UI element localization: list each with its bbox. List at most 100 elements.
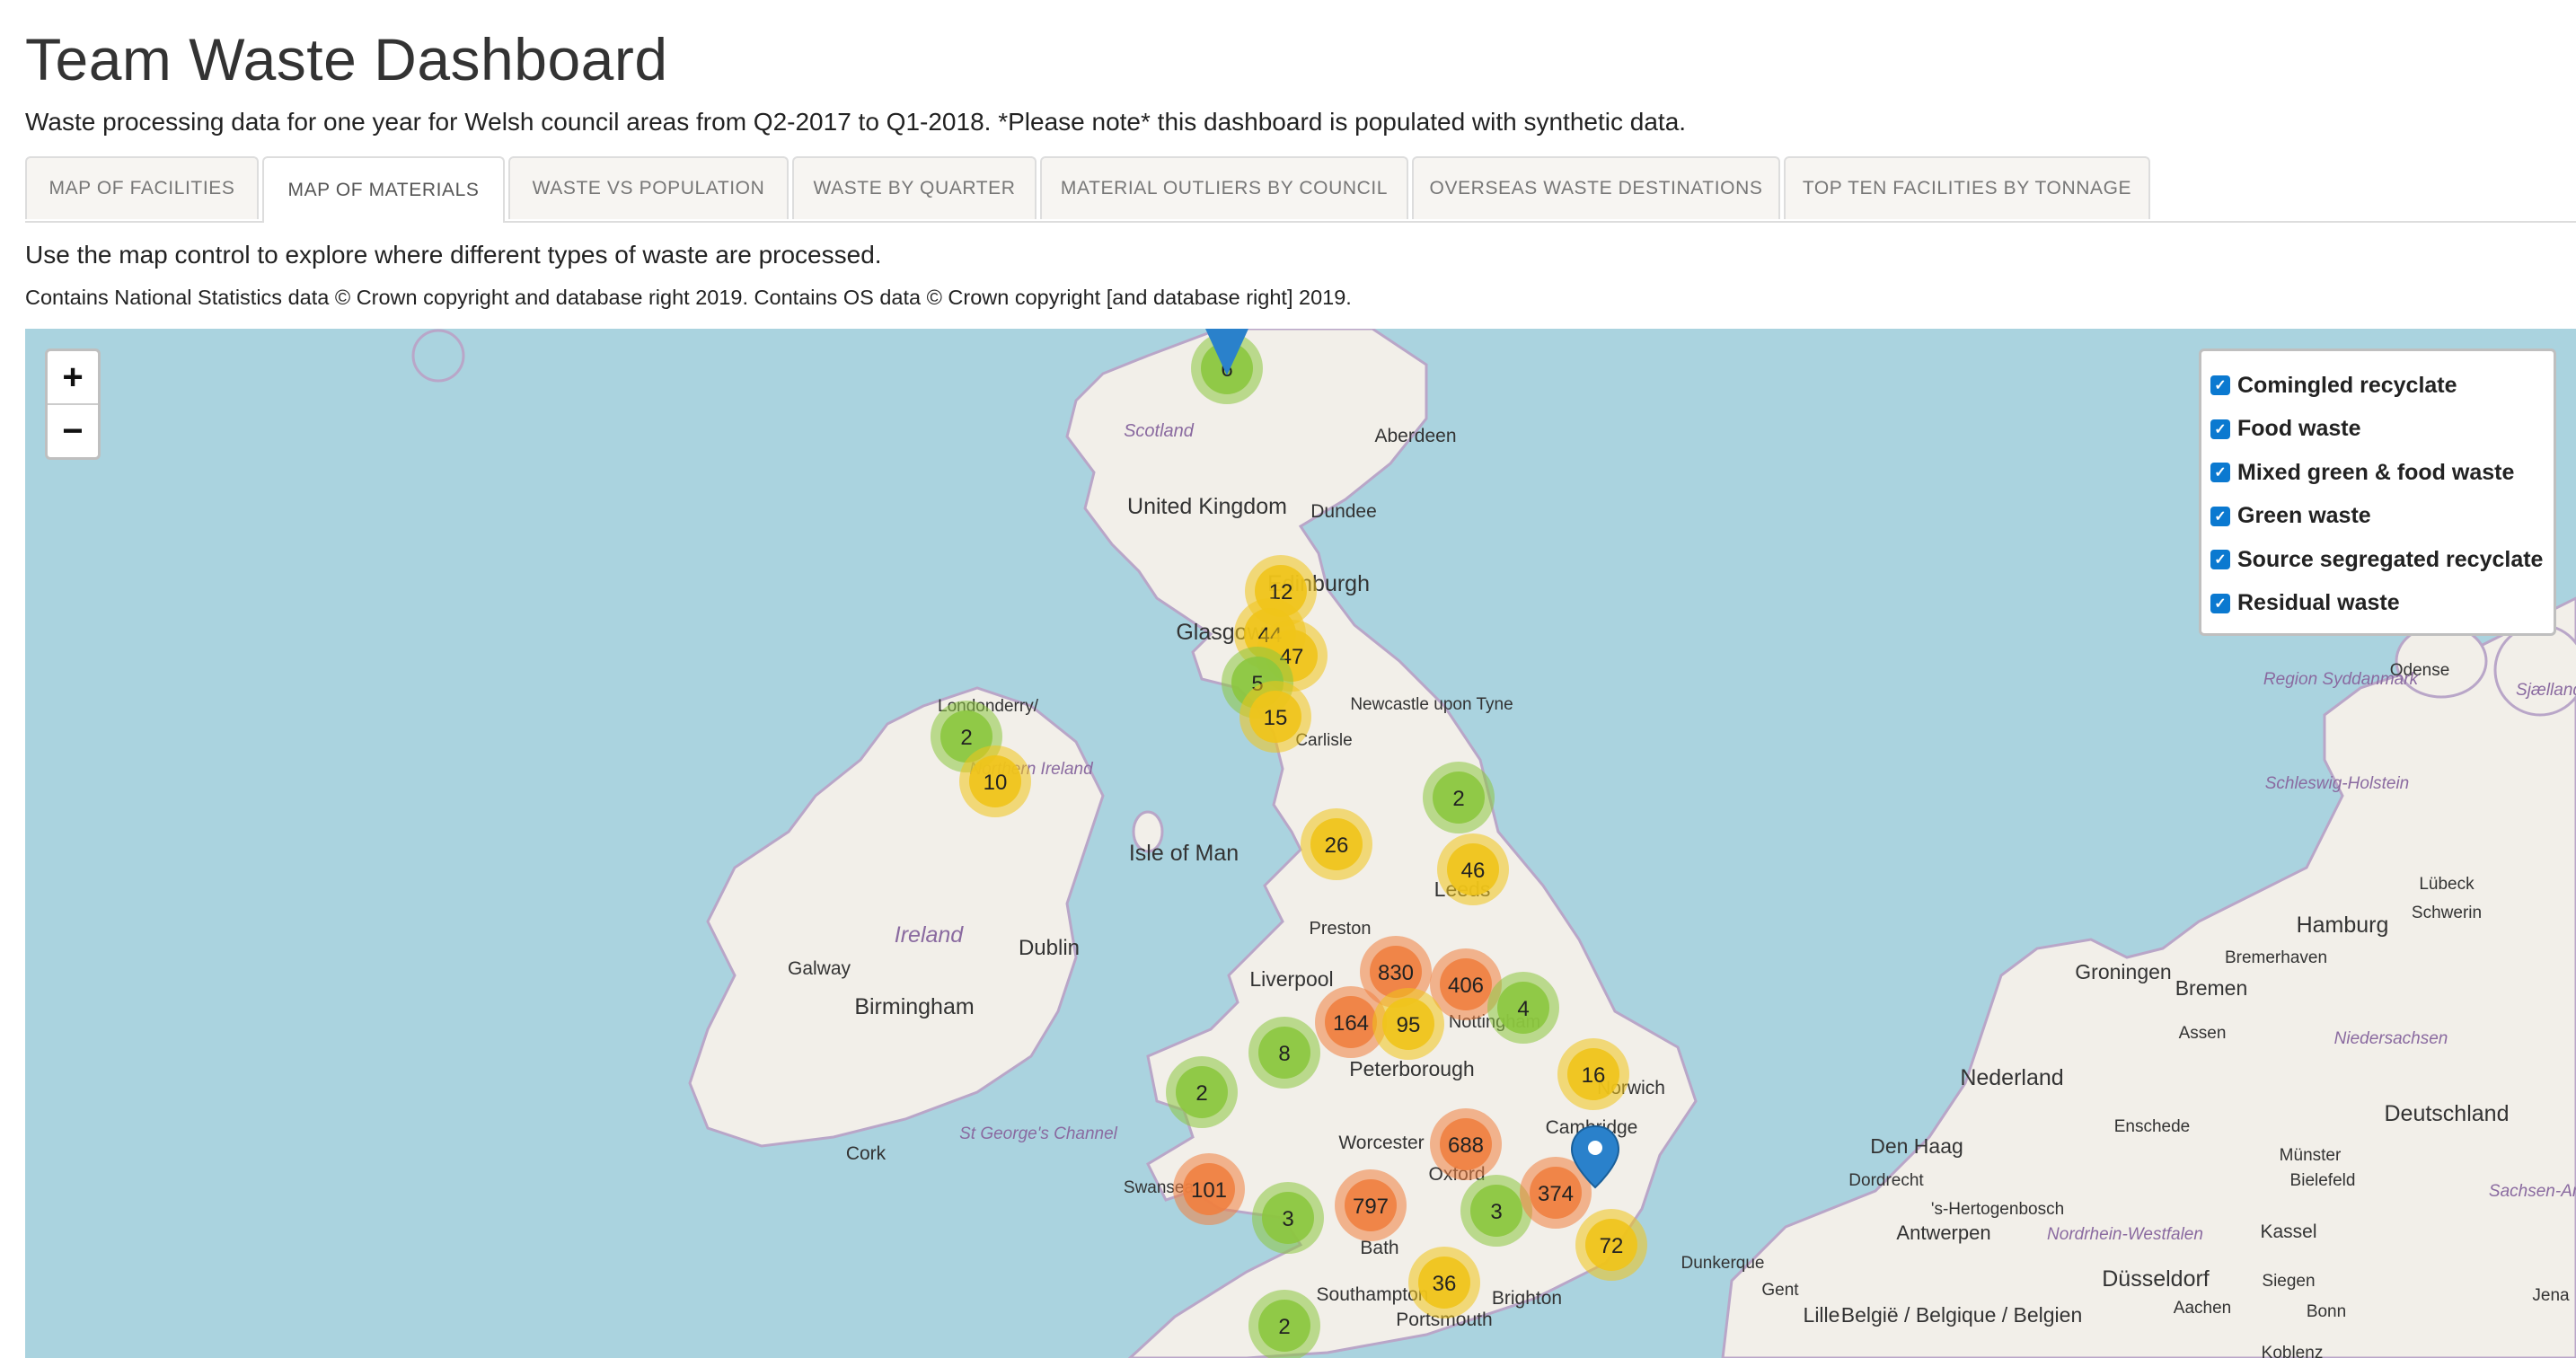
- cluster-count: 10: [984, 771, 1008, 795]
- cluster-count: 797: [1353, 1195, 1389, 1219]
- cluster-count: 164: [1333, 1011, 1369, 1036]
- zoom-out-button[interactable]: −: [48, 403, 98, 457]
- place-label: Sjælland: [2516, 681, 2576, 700]
- checkbox-icon[interactable]: ✓: [2210, 593, 2230, 613]
- cluster-marker[interactable]: 16: [1557, 1038, 1629, 1110]
- tab-bar: MAP OF FACILITIES MAP OF MATERIALS WASTE…: [25, 156, 2576, 223]
- map-instructions: Use the map control to explore where dif…: [25, 241, 882, 269]
- checkbox-icon[interactable]: ✓: [2210, 375, 2230, 396]
- map-canvas[interactable]: Scotland AberdeenUnited Kingdom DundeeEdin…: [25, 329, 2576, 1358]
- place-label: Dunkerque: [1681, 1254, 1765, 1273]
- place-label: Cork: [846, 1143, 887, 1164]
- cluster-marker[interactable]: 3: [1252, 1182, 1324, 1254]
- cluster-marker[interactable]: 797: [1335, 1169, 1407, 1241]
- place-label: Antwerpen: [1896, 1221, 1990, 1244]
- place-label: Sachsen-Anhalt: [2489, 1182, 2576, 1201]
- cluster-marker[interactable]: 36: [1408, 1247, 1480, 1318]
- place-label: Den Haag: [1870, 1134, 1963, 1158]
- map-panel[interactable]: Scotland Aberdeen United Kingdom Dundee Edin…: [25, 329, 2576, 1358]
- layer-label: Mixed green & food waste: [2237, 459, 2515, 485]
- place-label: Brighton: [1492, 1288, 1562, 1309]
- place-label: St George's Channel: [959, 1124, 1118, 1143]
- place-label: Schleswig-Holstein: [2265, 774, 2410, 793]
- checkbox-icon[interactable]: ✓: [2210, 506, 2230, 526]
- place-label: Münster: [2280, 1146, 2342, 1165]
- layer-source-segregated[interactable]: ✓ Source segregated recyclate: [2210, 538, 2545, 582]
- cluster-marker[interactable]: 2: [1423, 762, 1495, 833]
- place-label: Liverpool: [1249, 967, 1333, 991]
- checkbox-icon[interactable]: ✓: [2210, 550, 2230, 570]
- place-label: Koblenz: [2262, 1344, 2324, 1358]
- cluster-marker[interactable]: 101: [1173, 1153, 1245, 1225]
- tab-map-of-facilities[interactable]: MAP OF FACILITIES: [25, 156, 259, 219]
- place-label: Newcastle upon Tyne: [1350, 695, 1513, 714]
- layer-mixed-green-food[interactable]: ✓ Mixed green & food waste: [2210, 451, 2545, 495]
- tab-overseas-waste-destinations[interactable]: OVERSEAS WASTE DESTINATIONS: [1412, 156, 1780, 219]
- checkbox-icon[interactable]: ✓: [2210, 419, 2230, 439]
- place-label: Scotland: [1124, 421, 1195, 441]
- cluster-count: 4: [1517, 997, 1529, 1021]
- place-label: Lille: [1804, 1303, 1840, 1327]
- tab-map-of-materials[interactable]: MAP OF MATERIALS: [262, 156, 505, 223]
- cluster-count: 688: [1448, 1133, 1484, 1158]
- place-label: Worcester: [1338, 1133, 1424, 1153]
- place-label: Kassel: [2260, 1221, 2316, 1242]
- zoom-in-button[interactable]: +: [48, 351, 98, 403]
- cluster-marker[interactable]: 10: [959, 745, 1031, 817]
- cluster-count: 2: [1278, 1315, 1290, 1339]
- place-label: België / Belgique / Belgien: [1841, 1303, 2083, 1327]
- cluster-marker[interactable]: 4: [1487, 972, 1559, 1044]
- place-label: Bremen: [2175, 976, 2248, 1000]
- cluster-count: 16: [1582, 1063, 1606, 1088]
- place-label: Region Syddanmark: [2263, 670, 2420, 689]
- tab-waste-by-quarter[interactable]: WASTE BY QUARTER: [792, 156, 1037, 219]
- place-label: Bremerhaven: [2225, 948, 2327, 967]
- place-label: Birmingham: [854, 994, 974, 1019]
- layer-residual-waste[interactable]: ✓ Residual waste: [2210, 582, 2545, 626]
- place-label: Bonn: [2307, 1302, 2346, 1321]
- place-label: Schwerin: [2412, 904, 2482, 922]
- place-label: Nederland: [1960, 1065, 2063, 1090]
- cluster-count: 2: [1195, 1081, 1207, 1106]
- cluster-count: 8: [1278, 1042, 1290, 1066]
- cluster-marker[interactable]: 2: [1166, 1056, 1238, 1128]
- tab-top-ten-facilities[interactable]: TOP TEN FACILITIES BY TONNAGE: [1784, 156, 2150, 219]
- place-label: Lübeck: [2419, 875, 2475, 894]
- layer-label: Source segregated recyclate: [2237, 546, 2544, 572]
- place-label: Isle of Man: [1129, 841, 1239, 866]
- cluster-marker[interactable]: 46: [1437, 833, 1509, 905]
- cluster-marker[interactable]: 688: [1430, 1108, 1502, 1180]
- cluster-marker[interactable]: 15: [1239, 681, 1311, 753]
- cluster-count: 2: [1452, 787, 1464, 811]
- cluster-count: 374: [1538, 1182, 1574, 1206]
- cluster-count: 3: [1490, 1200, 1502, 1224]
- layer-green-waste[interactable]: ✓ Green waste: [2210, 495, 2545, 539]
- tab-waste-vs-population[interactable]: WASTE VS POPULATION: [508, 156, 789, 219]
- layer-comingled-recyclate[interactable]: ✓ Comingled recyclate: [2210, 364, 2545, 408]
- layer-food-waste[interactable]: ✓ Food waste: [2210, 408, 2545, 452]
- place-label: Peterborough: [1349, 1057, 1474, 1080]
- place-label: Dublin: [1019, 936, 1080, 960]
- cluster-count: 26: [1325, 833, 1349, 858]
- cluster-marker[interactable]: 26: [1301, 808, 1372, 880]
- tab-material-outliers-by-council[interactable]: MATERIAL OUTLIERS BY COUNCIL: [1040, 156, 1408, 219]
- layer-label: Residual waste: [2237, 590, 2400, 616]
- place-label: Dundee: [1310, 501, 1377, 522]
- cluster-count: 95: [1397, 1013, 1421, 1037]
- checkbox-icon[interactable]: ✓: [2210, 463, 2230, 483]
- cluster-count: 2: [960, 726, 972, 750]
- place-label: Groningen: [2075, 960, 2171, 983]
- place-label: Hamburg: [2297, 913, 2389, 938]
- page-subtitle: Waste processing data for one year for W…: [25, 108, 1687, 136]
- cluster-marker[interactable]: 8: [1248, 1017, 1320, 1089]
- layer-label: Food waste: [2237, 416, 2361, 442]
- place-label: 's-Hertogenbosch: [1931, 1200, 2064, 1219]
- place-label: Aachen: [2174, 1299, 2231, 1318]
- cluster-count: 72: [1600, 1234, 1624, 1258]
- place-label: Preston: [1310, 919, 1372, 939]
- cluster-count: 830: [1378, 961, 1414, 985]
- cluster-marker[interactable]: 72: [1575, 1209, 1647, 1281]
- page-title: Team Waste Dashboard: [25, 26, 668, 93]
- cluster-marker[interactable]: 95: [1372, 988, 1444, 1060]
- cluster-count: 46: [1461, 859, 1486, 883]
